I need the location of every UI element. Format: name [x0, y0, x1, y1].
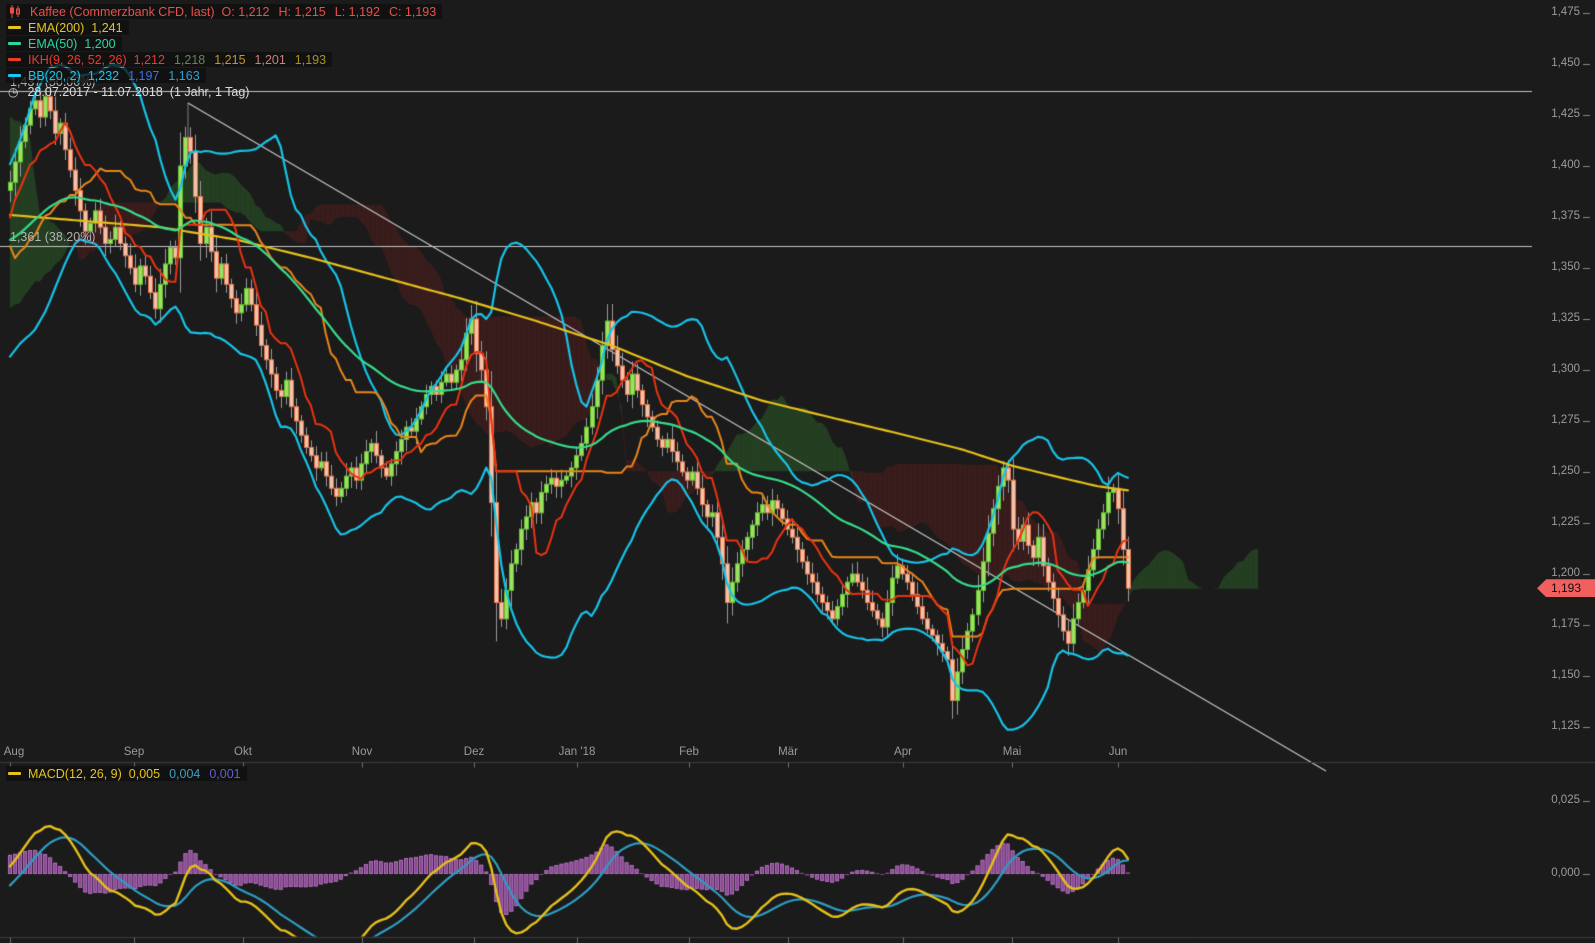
- month-axis-label: Jan '18: [558, 746, 596, 758]
- price-axis-label: 1,300: [1551, 363, 1580, 375]
- macd-axis-label: 0,000: [1551, 867, 1580, 879]
- price-axis-label: 1,325: [1551, 312, 1580, 324]
- price-axis-label: 1,375: [1551, 210, 1580, 222]
- legend-row-ema200[interactable]: EMA(200) 1,241: [6, 20, 129, 35]
- legend-row-instrument[interactable]: Kaffee (Commerzbank CFD, last) O: 1,212 …: [6, 4, 443, 19]
- ikh-swatch-icon: [8, 58, 21, 61]
- last-price-tag: 1,193: [1537, 579, 1595, 598]
- ohlc-open: O: 1,212: [221, 4, 270, 19]
- ikh-senkou-a-value: 1,215: [214, 52, 246, 67]
- month-axis-label: Mai: [1002, 746, 1022, 758]
- ema200-label: EMA(200): [28, 20, 85, 35]
- ohlc-close: C: 1,193: [388, 4, 437, 19]
- trading-chart-window: 1,437 (50.00%) 1,361 (38.20%) Kaffee (Co…: [0, 0, 1595, 943]
- ikh-kijun-value: 1,218: [173, 52, 206, 67]
- ema50-swatch-icon: [8, 42, 21, 45]
- ema200-value: 1,241: [91, 20, 123, 35]
- period-length: (1 Jahr, 1 Tag): [169, 84, 250, 99]
- fib-level-label-382: 1,361 (38.20%): [10, 229, 96, 244]
- price-axis-label: 1,425: [1551, 108, 1580, 120]
- price-axis-label: 1,475: [1551, 6, 1580, 18]
- month-axis-label: Nov: [351, 746, 373, 758]
- month-axis-label: Mär: [778, 746, 798, 758]
- price-axis-label: 1,350: [1551, 261, 1580, 273]
- legend-row-macd[interactable]: MACD(12, 26, 9) 0,005 0,004 0,001: [6, 766, 247, 781]
- macd-label: MACD(12, 26, 9): [28, 766, 122, 781]
- clock-icon: ◷: [8, 84, 19, 99]
- ikh-chikou-value: 1,193: [294, 52, 327, 67]
- bb-label: BB(20, 2): [28, 68, 81, 83]
- ema50-value: 1,200: [84, 36, 116, 51]
- instrument-title: Kaffee (Commerzbank CFD, last): [30, 4, 215, 19]
- ema200-swatch-icon: [8, 26, 21, 29]
- legend-row-bb[interactable]: BB(20, 2) 1,232 1,197 1,163: [6, 68, 206, 83]
- ohlc-low: L: 1,192: [334, 4, 380, 19]
- legend-row-ikh[interactable]: IKH(9, 26, 52, 26) 1,212 1,218 1,215 1,2…: [6, 52, 333, 67]
- chart-canvas[interactable]: [0, 0, 1595, 943]
- price-axis-label: 1,250: [1551, 465, 1580, 477]
- period-dates: 28.07.2017 - 11.07.2018: [27, 84, 163, 99]
- bb-lower-value: 1,163: [168, 68, 200, 83]
- ikh-senkou-b-value: 1,201: [254, 52, 286, 67]
- price-axis-label: 1,400: [1551, 159, 1580, 171]
- month-axis-label: Sep: [123, 746, 145, 758]
- macd-axis-label: 0,025: [1551, 794, 1580, 806]
- price-axis-label: 1,200: [1551, 567, 1580, 579]
- price-axis-label: 1,175: [1551, 618, 1580, 630]
- month-axis-label: Apr: [894, 746, 912, 758]
- month-axis-label: Feb: [679, 746, 699, 758]
- bb-upper-value: 1,232: [87, 68, 120, 83]
- ikh-tenkan-value: 1,212: [133, 52, 165, 67]
- price-axis-label: 1,225: [1551, 516, 1580, 528]
- macd-swatch-icon: [8, 772, 21, 775]
- bb-swatch-icon: [8, 74, 21, 77]
- macd-value: 0,005: [128, 766, 161, 781]
- price-axis-label: 1,450: [1551, 57, 1580, 69]
- price-axis-label: 1,275: [1551, 414, 1580, 426]
- month-axis-label: Okt: [234, 746, 252, 758]
- indicator-legend: Kaffee (Commerzbank CFD, last) O: 1,212 …: [6, 4, 443, 100]
- price-axis[interactable]: 1,475 1,450 1,425 1,400 1,375 1,350 1,325 1,300…: [1533, 0, 1595, 943]
- legend-row-period[interactable]: ◷ 28.07.2017 - 11.07.2018 (1 Jahr, 1 Tag…: [6, 84, 255, 99]
- month-axis-label: Jun: [1108, 746, 1128, 758]
- ema50-label: EMA(50): [28, 36, 78, 51]
- macd-hist-value: 0,001: [209, 766, 241, 781]
- month-axis-label: Aug: [3, 746, 25, 758]
- candlestick-icon: [8, 5, 23, 18]
- price-axis-label: 1,150: [1551, 669, 1580, 681]
- macd-signal-value: 0,004: [169, 766, 201, 781]
- bb-middle-value: 1,197: [128, 68, 160, 83]
- macd-legend: MACD(12, 26, 9) 0,005 0,004 0,001: [6, 766, 247, 782]
- ohlc-high: H: 1,215: [278, 4, 326, 19]
- month-axis-label: Dez: [463, 746, 485, 758]
- time-axis[interactable]: Aug Sep Okt Nov Dez Jan '18 Feb Mär Apr Mai Jun: [0, 744, 1595, 762]
- legend-row-ema50[interactable]: EMA(50) 1,200: [6, 36, 122, 51]
- price-axis-label: 1,125: [1551, 720, 1580, 732]
- ikh-label: IKH(9, 26, 52, 26): [28, 52, 127, 67]
